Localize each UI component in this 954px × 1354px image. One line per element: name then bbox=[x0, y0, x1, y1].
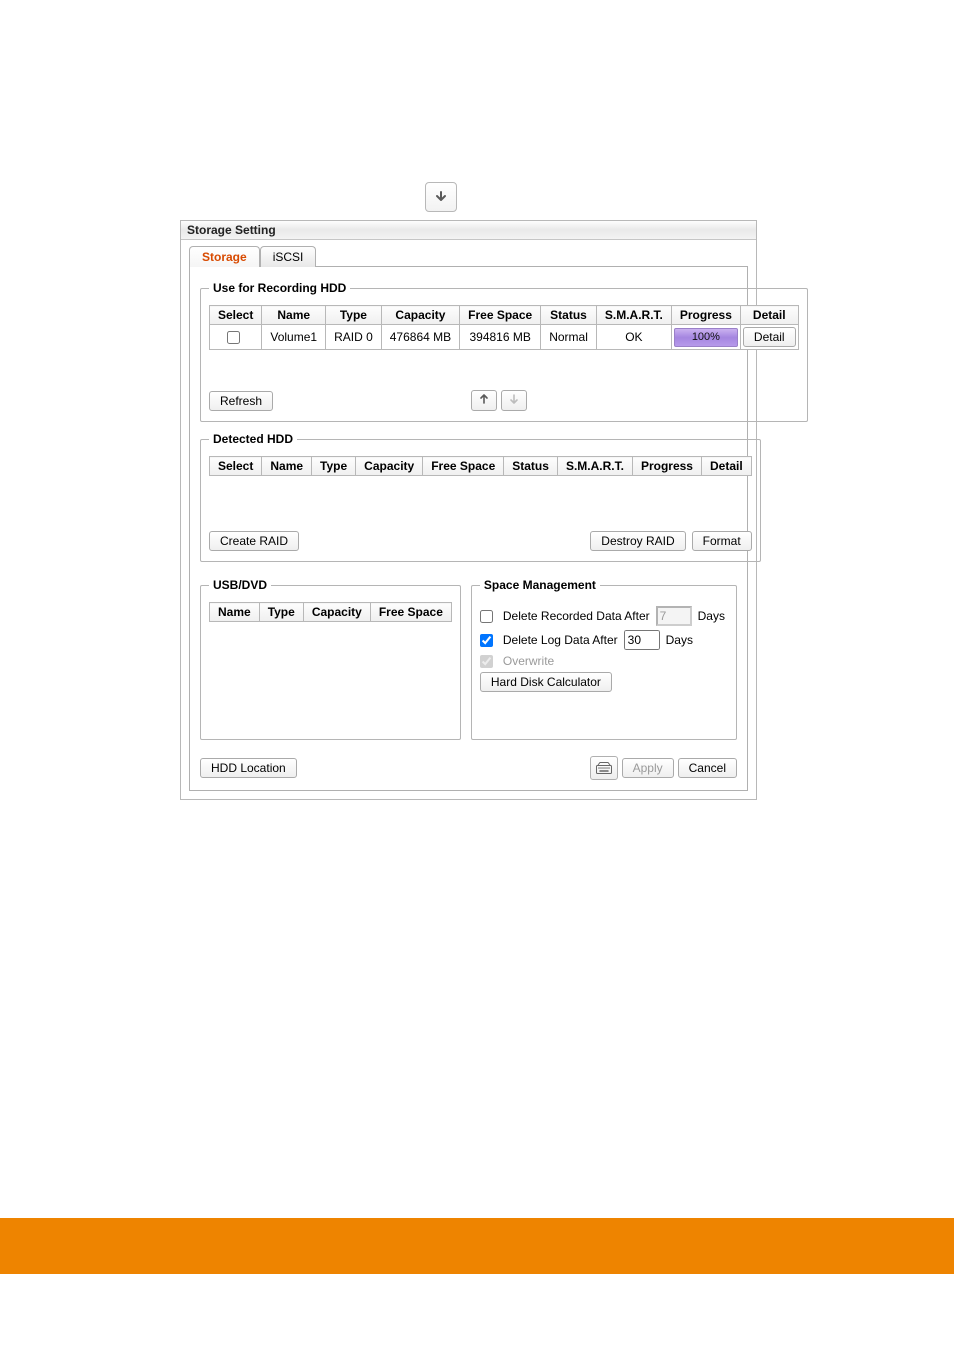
overwrite-label: Overwrite bbox=[503, 654, 554, 668]
col-select[interactable]: Select bbox=[210, 457, 262, 476]
space-management-group: Space Management Delete Recorded Data Af… bbox=[471, 578, 737, 740]
move-down-button[interactable] bbox=[501, 390, 527, 411]
cancel-button[interactable]: Cancel bbox=[678, 758, 737, 778]
delete-log-days-input[interactable] bbox=[624, 630, 660, 650]
detected-hdd-table: Select Name Type Capacity Free Space Sta… bbox=[209, 456, 752, 476]
virtual-keyboard-button[interactable] bbox=[590, 756, 618, 780]
table-row: Volume1 RAID 0 476864 MB 394816 MB Norma… bbox=[210, 325, 799, 350]
col-capacity[interactable]: Capacity bbox=[356, 457, 423, 476]
cell-type: RAID 0 bbox=[326, 325, 382, 350]
col-smart[interactable]: S.M.A.R.T. bbox=[557, 457, 632, 476]
col-capacity[interactable]: Capacity bbox=[381, 306, 459, 325]
hard-disk-calculator-button[interactable]: Hard Disk Calculator bbox=[480, 672, 612, 692]
cell-progress: 100% bbox=[671, 325, 740, 350]
col-type[interactable]: Type bbox=[312, 457, 356, 476]
col-free-space[interactable]: Free Space bbox=[460, 306, 541, 325]
days-label-2: Days bbox=[666, 633, 693, 647]
create-raid-button[interactable]: Create RAID bbox=[209, 531, 299, 551]
tab-iscsi[interactable]: iSCSI bbox=[260, 246, 317, 267]
progress-bar: 100% bbox=[674, 328, 738, 347]
col-status[interactable]: Status bbox=[541, 306, 597, 325]
cell-name: Volume1 bbox=[262, 325, 326, 350]
col-smart[interactable]: S.M.A.R.T. bbox=[596, 306, 671, 325]
page-footer-bar bbox=[0, 1218, 954, 1274]
delete-recorded-days-input[interactable] bbox=[656, 606, 692, 626]
col-progress[interactable]: Progress bbox=[632, 457, 701, 476]
arrow-down-icon bbox=[434, 190, 448, 204]
recording-hdd-group: Use for Recording HDD Select Name Type C… bbox=[200, 281, 808, 422]
move-up-button[interactable] bbox=[471, 390, 497, 411]
col-select[interactable]: Select bbox=[210, 306, 262, 325]
panel-title: Storage Setting bbox=[181, 221, 756, 240]
delete-log-label: Delete Log Data After bbox=[503, 633, 618, 647]
col-detail[interactable]: Detail bbox=[740, 306, 798, 325]
hdd-location-button[interactable]: HDD Location bbox=[200, 758, 297, 778]
col-free-space[interactable]: Free Space bbox=[423, 457, 504, 476]
storage-setting-panel: Storage Setting Storage iSCSI Use for Re… bbox=[180, 220, 757, 800]
space-management-legend: Space Management bbox=[480, 578, 600, 592]
days-label: Days bbox=[698, 609, 725, 623]
delete-recorded-label: Delete Recorded Data After bbox=[503, 609, 650, 623]
table-header-row: Select Name Type Capacity Free Space Sta… bbox=[210, 306, 799, 325]
tab-strip: Storage iSCSI bbox=[181, 240, 756, 267]
col-type[interactable]: Type bbox=[326, 306, 382, 325]
col-free-space[interactable]: Free Space bbox=[370, 603, 451, 622]
arrow-down-icon bbox=[508, 393, 520, 405]
detail-button[interactable]: Detail bbox=[743, 327, 796, 347]
recording-hdd-table: Select Name Type Capacity Free Space Sta… bbox=[209, 305, 799, 350]
cell-free-space: 394816 MB bbox=[460, 325, 541, 350]
col-progress[interactable]: Progress bbox=[671, 306, 740, 325]
refresh-button[interactable]: Refresh bbox=[209, 391, 273, 411]
col-capacity[interactable]: Capacity bbox=[303, 603, 370, 622]
usb-dvd-table: Name Type Capacity Free Space bbox=[209, 602, 452, 622]
arrow-up-icon bbox=[478, 393, 490, 405]
overwrite-checkbox bbox=[480, 655, 493, 668]
col-type[interactable]: Type bbox=[259, 603, 303, 622]
cell-smart: OK bbox=[596, 325, 671, 350]
col-name[interactable]: Name bbox=[210, 603, 260, 622]
table-header-row: Name Type Capacity Free Space bbox=[210, 603, 452, 622]
row-select-checkbox[interactable] bbox=[227, 331, 240, 344]
col-status[interactable]: Status bbox=[504, 457, 558, 476]
detected-hdd-group: Detected HDD Select Name Type Capacity F… bbox=[200, 432, 761, 562]
tab-storage[interactable]: Storage bbox=[189, 246, 260, 267]
table-header-row: Select Name Type Capacity Free Space Sta… bbox=[210, 457, 752, 476]
usb-dvd-legend: USB/DVD bbox=[209, 578, 271, 592]
apply-button[interactable]: Apply bbox=[622, 758, 674, 778]
cell-status: Normal bbox=[541, 325, 597, 350]
format-button[interactable]: Format bbox=[692, 531, 752, 551]
col-name[interactable]: Name bbox=[262, 306, 326, 325]
delete-log-checkbox[interactable] bbox=[480, 634, 493, 647]
tab-panel-storage: Use for Recording HDD Select Name Type C… bbox=[189, 266, 748, 791]
recording-hdd-legend: Use for Recording HDD bbox=[209, 281, 350, 295]
destroy-raid-button[interactable]: Destroy RAID bbox=[590, 531, 685, 551]
delete-recorded-checkbox[interactable] bbox=[480, 610, 493, 623]
col-detail[interactable]: Detail bbox=[701, 457, 751, 476]
col-name[interactable]: Name bbox=[262, 457, 312, 476]
keyboard-icon bbox=[596, 762, 612, 774]
usb-dvd-group: USB/DVD Name Type Capacity Free Space bbox=[200, 578, 461, 740]
detected-hdd-legend: Detected HDD bbox=[209, 432, 297, 446]
cell-capacity: 476864 MB bbox=[381, 325, 459, 350]
down-arrow-button[interactable] bbox=[425, 182, 457, 212]
